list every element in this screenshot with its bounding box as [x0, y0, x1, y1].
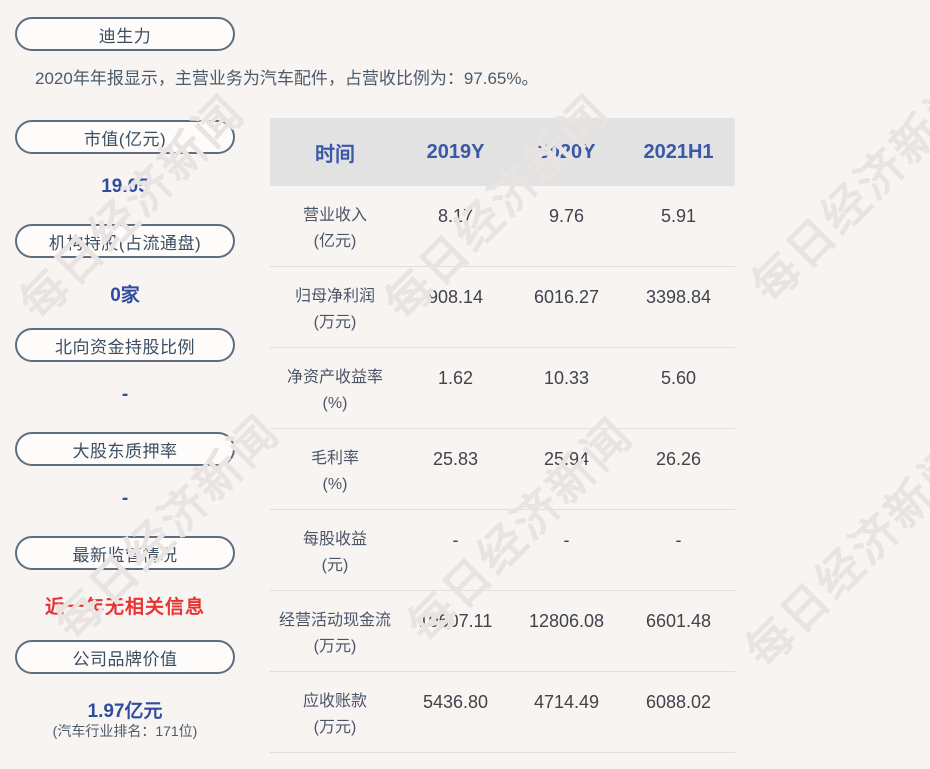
cell-value: 10607.11 [400, 608, 511, 671]
metric-value-market-cap: 19.05 [5, 176, 245, 198]
metric-value-regulation-status: 近一年无相关信息 [5, 592, 245, 619]
cell-value: 908.14 [400, 284, 511, 347]
cell-value: 6601.48 [622, 608, 735, 671]
table-header-cell-2019: 2019Y [400, 141, 511, 164]
metric-value-northbound-ratio: - [5, 384, 245, 406]
metric-pill-market-cap: 市值(亿元) [15, 120, 235, 154]
row-label: 每股收益 (元) [270, 527, 400, 590]
metric-value-institution-holding: 0家 [5, 280, 245, 307]
cell-value: 4714.49 [511, 689, 622, 752]
metric-pill-brand-value: 公司品牌价值 [15, 640, 235, 674]
metric-value-pledge-rate: - [5, 488, 245, 510]
table-row-operating-cash-flow: 经营活动现金流 (万元) 10607.11 12806.08 6601.48 [270, 591, 735, 672]
metric-subtext-brand-rank: (汽车行业排名：171位) [5, 721, 245, 741]
metric-pill-pledge-rate: 大股东质押率 [15, 432, 235, 466]
metric-label: 北向资金持股比例 [55, 333, 195, 358]
cell-value: 25.83 [400, 446, 511, 509]
cell-value: 1.62 [400, 365, 511, 428]
cell-value: 9.76 [511, 203, 622, 266]
metric-label: 大股东质押率 [73, 437, 178, 462]
cell-value: 3398.84 [622, 284, 735, 347]
cell-value: 25.94 [511, 446, 622, 509]
cell-value: 8.17 [400, 203, 511, 266]
table-row-net-profit: 归母净利润 (万元) 908.14 6016.27 3398.84 [270, 267, 735, 348]
table-header-cell-2021h1: 2021H1 [622, 141, 735, 164]
cell-value: 10.33 [511, 365, 622, 428]
company-name: 迪生力 [99, 22, 152, 47]
metric-label: 最新监管情况 [73, 541, 178, 566]
cell-value: 5.60 [622, 365, 735, 428]
table-row-revenue: 营业收入 (亿元) 8.17 9.76 5.91 [270, 186, 735, 267]
row-label: 营业收入 (亿元) [270, 203, 400, 266]
metric-label: 市值(亿元) [84, 125, 166, 150]
cell-value: 12806.08 [511, 608, 622, 671]
table-header: 时间 2019Y 2020Y 2021H1 [270, 118, 735, 186]
watermark-text: 每日经济新闻 [735, 61, 930, 316]
table-row-eps: 每股收益 (元) - - - [270, 510, 735, 591]
cell-value: - [511, 527, 622, 590]
metric-label: 机构持股(占流通盘) [49, 229, 201, 254]
table-header-cell-2020: 2020Y [511, 141, 622, 164]
row-label: 净资产收益率 (%) [270, 365, 400, 428]
table-row-gross-margin: 毛利率 (%) 25.83 25.94 26.26 [270, 429, 735, 510]
cell-value: 6016.27 [511, 284, 622, 347]
metric-pill-institution-holding: 机构持股(占流通盘) [15, 224, 235, 258]
metric-pill-regulation-status: 最新监管情况 [15, 536, 235, 570]
row-label: 应收账款 (万元) [270, 689, 400, 752]
metric-value-brand-value: 1.97亿元 [5, 696, 245, 723]
table-body: 营业收入 (亿元) 8.17 9.76 5.91 归母净利润 (万元) 908.… [270, 186, 735, 753]
cell-value: 26.26 [622, 446, 735, 509]
company-name-pill: 迪生力 [15, 17, 235, 51]
row-label: 归母净利润 (万元) [270, 284, 400, 347]
row-label: 经营活动现金流 (万元) [270, 608, 400, 671]
table-row-accounts-receivable: 应收账款 (万元) 5436.80 4714.49 6088.02 [270, 672, 735, 753]
cell-value: - [400, 527, 511, 590]
metric-pill-northbound-ratio: 北向资金持股比例 [15, 328, 235, 362]
metric-label: 公司品牌价值 [73, 645, 178, 670]
table-row-roe: 净资产收益率 (%) 1.62 10.33 5.60 [270, 348, 735, 429]
table-header-cell-time: 时间 [270, 138, 400, 167]
cell-value: 5436.80 [400, 689, 511, 752]
cell-value: - [622, 527, 735, 590]
company-description: 2020年年报显示，主营业务为汽车配件，占营收比例为：97.65%。 [35, 64, 675, 89]
watermark-text: 每日经济新闻 [729, 426, 930, 681]
row-label: 毛利率 (%) [270, 446, 400, 509]
cell-value: 5.91 [622, 203, 735, 266]
cell-value: 6088.02 [622, 689, 735, 752]
